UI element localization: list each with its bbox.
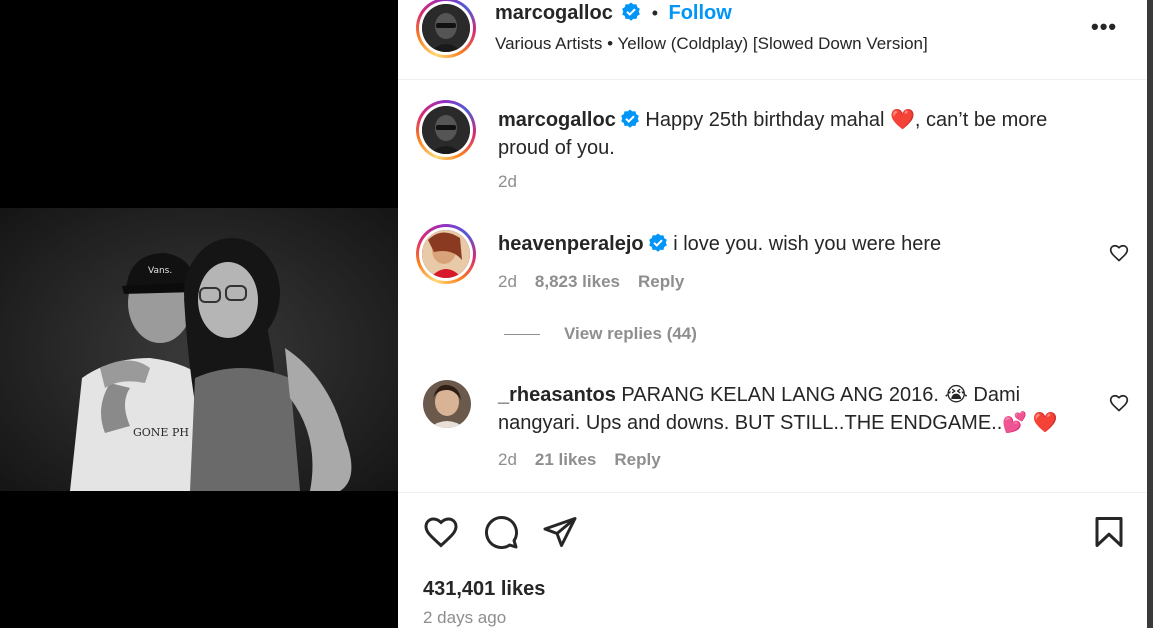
like-heart-icon[interactable] <box>423 514 459 550</box>
caption-time: 2d <box>498 172 517 191</box>
svg-text:GONE PH: GONE PH <box>133 426 189 439</box>
author-avatar[interactable] <box>416 0 476 58</box>
author-line: marcogalloc • Follow <box>495 2 732 25</box>
comment-avatar[interactable] <box>416 224 476 284</box>
avatar-image <box>422 4 470 52</box>
bookmark-icon[interactable] <box>1091 514 1127 550</box>
post-photo[interactable]: Vans. GONE PH <box>0 208 398 491</box>
comment-icon[interactable] <box>483 514 519 550</box>
comment-body: i love you. wish you were here <box>673 233 942 255</box>
comment-like-heart-icon[interactable] <box>1109 243 1129 263</box>
author-username[interactable]: marcogalloc <box>495 2 613 24</box>
svg-text:Vans.: Vans. <box>148 266 172 276</box>
photo-illustration: Vans. GONE PH <box>0 208 398 491</box>
caption-avatar[interactable] <box>416 100 476 160</box>
follow-button[interactable]: Follow <box>669 2 732 24</box>
verified-badge-icon <box>622 2 641 21</box>
audio-track[interactable]: Various Artists • Yellow (Coldplay) [Slo… <box>495 34 928 54</box>
comment-username[interactable]: heavenperalejo <box>498 233 644 255</box>
background-edge <box>1147 0 1153 628</box>
verified-badge-icon <box>648 233 667 252</box>
comment-body: PARANG KELAN LANG ANG 2016. 😭 Dami <box>621 384 1021 406</box>
comment-meta: 2d 21 likes Reply <box>498 450 661 470</box>
post-panel: marcogalloc • Follow Various Artists • Y… <box>398 0 1147 628</box>
share-icon[interactable] <box>542 514 578 550</box>
reply-button[interactable]: Reply <box>638 272 684 291</box>
comment-body-line2: nangyari. Ups and downs. BUT STILL..THE … <box>498 412 1058 434</box>
comment-time: 2d <box>498 450 517 469</box>
replies-line <box>504 334 540 336</box>
avatar-image <box>422 106 470 154</box>
comment-time: 2d <box>498 272 517 291</box>
comment-like-heart-icon[interactable] <box>1109 393 1129 413</box>
comment-text: heavenperalejo i love you. wish you were… <box>498 230 1078 258</box>
caption-body-cont: , can’t be more <box>914 109 1048 131</box>
caption-username[interactable]: marcogalloc <box>498 109 616 131</box>
media-pane: Vans. GONE PH <box>0 0 398 628</box>
comment-username[interactable]: _rheasantos <box>498 384 616 406</box>
caption-text: marcogalloc Happy 25th birthday mahal ❤️… <box>498 106 1098 162</box>
comment-likes[interactable]: 21 likes <box>535 450 596 469</box>
avatar-image <box>422 230 470 278</box>
caption-body-line2: proud of you. <box>498 137 615 159</box>
reply-button[interactable]: Reply <box>614 450 660 469</box>
post-timestamp: 2 days ago <box>423 608 507 627</box>
instagram-post-modal: Vans. GONE PH marcogalloc • Follow Vario… <box>0 0 1153 628</box>
comment-meta: 2d 8,823 likes Reply <box>498 272 684 292</box>
comment-text: _rheasantos PARANG KELAN LANG ANG 2016. … <box>498 381 1098 437</box>
likes-count[interactable]: 431,401 likes <box>423 578 545 601</box>
separator-dot: • <box>651 3 659 23</box>
caption-body: Happy 25th birthday mahal <box>645 109 885 131</box>
comment-likes[interactable]: 8,823 likes <box>535 272 620 291</box>
heart-emoji: ❤️ <box>890 109 915 131</box>
comment-avatar[interactable] <box>423 380 471 428</box>
post-actions: 431,401 likes 2 days ago <box>398 492 1147 628</box>
view-replies-button[interactable]: View replies (44) <box>504 324 697 344</box>
post-header: marcogalloc • Follow Various Artists • Y… <box>398 0 1147 80</box>
verified-badge-icon <box>621 109 639 128</box>
more-options-icon[interactable]: ••• <box>1091 14 1117 40</box>
avatar-image <box>423 380 471 428</box>
